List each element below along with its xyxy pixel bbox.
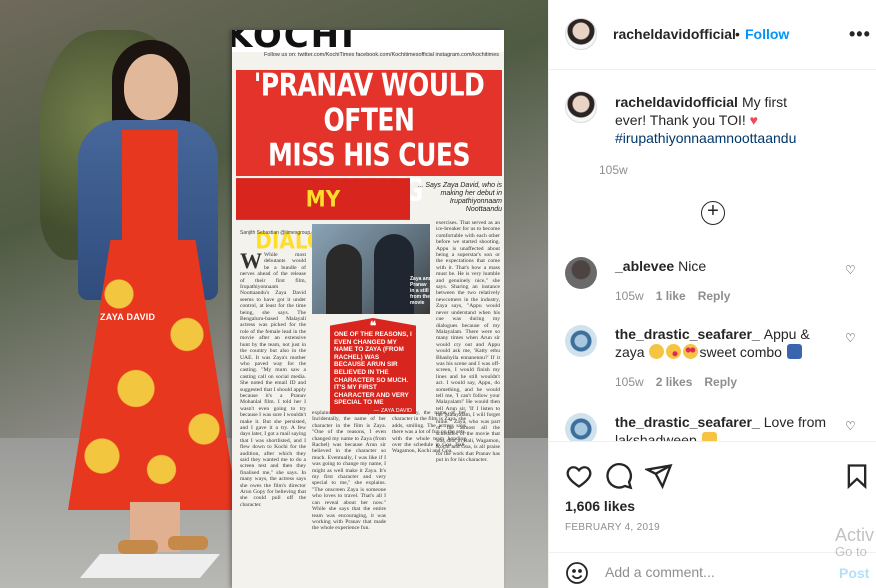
- comment-text: _ablevee Nice: [615, 257, 837, 275]
- headline-highlight: MY DIALOGUES': [236, 178, 410, 254]
- comment-input[interactable]: [605, 559, 805, 585]
- caption-timestamp[interactable]: 105w: [599, 163, 628, 177]
- post-actions: 1,606 likes FEBRUARY 4, 2019 Post: [549, 441, 876, 588]
- newspaper-page: KOCHI Follow us on: twitter.com/KochiTim…: [232, 30, 504, 588]
- bookmark-icon[interactable]: [843, 462, 871, 490]
- raised-hands-emoji-icon: [786, 344, 802, 359]
- follow-button[interactable]: Follow: [745, 26, 789, 42]
- add-comment-bar: Post: [549, 552, 876, 588]
- reply-button[interactable]: Reply: [698, 289, 731, 303]
- article-column: W While most debutants would be a bundle …: [240, 252, 306, 582]
- comment-body: Nice: [678, 258, 707, 274]
- comment-likes[interactable]: 2 likes: [656, 375, 693, 389]
- dress-bodice: [122, 130, 178, 250]
- heart-outline-icon[interactable]: ♡: [845, 331, 856, 345]
- sandal-left: [118, 540, 158, 554]
- emoji-icon[interactable]: [565, 561, 589, 585]
- article-column: explains what was expected." Incidentall…: [312, 410, 386, 580]
- comment-timestamp[interactable]: 105w: [615, 289, 644, 303]
- follow-bar: Follow us on: twitter.com/KochiTimes fac…: [264, 52, 500, 58]
- heart-outline-icon[interactable]: ♡: [845, 419, 856, 433]
- comment-text: the_drastic_seafarer_ Appu & zaya sweet c…: [615, 325, 837, 361]
- face: [124, 54, 178, 120]
- header-username[interactable]: racheldavidofficial: [613, 26, 736, 42]
- comment-text: the_drastic_seafarer_ Love from lakshadwe…: [615, 413, 837, 441]
- share-icon[interactable]: [645, 462, 673, 490]
- pointing-up-emoji-icon: [701, 432, 717, 441]
- post-header: racheldavidofficial • Follow •••: [549, 0, 876, 70]
- heart-outline-icon[interactable]: ♡: [845, 263, 856, 277]
- pull-quote-text: ONE OF THE REASONS, I EVEN CHANGED MY NA…: [334, 331, 412, 407]
- pull-quote-attribution: — ZAYA DAVID: [373, 407, 412, 414]
- still-person: [326, 244, 362, 314]
- comment-timestamp[interactable]: 105w: [615, 375, 644, 389]
- post-comment-button[interactable]: Post: [839, 565, 869, 581]
- headline-line: 'PRANAV WOULD OFTEN: [253, 66, 485, 138]
- comment-username[interactable]: the_drastic_seafarer_: [615, 326, 760, 342]
- article-text: Incidentally, the name of her character …: [392, 410, 466, 455]
- comment-username[interactable]: _ablevee: [615, 258, 674, 274]
- photo-caption: ZAYA DAVID: [100, 312, 156, 322]
- byline: Sanjith Sebastian @timesgroup.com: [240, 230, 321, 236]
- avatar[interactable]: [565, 257, 597, 289]
- comment-icon[interactable]: [605, 462, 633, 490]
- still-person: [374, 234, 414, 314]
- kissing-face-emoji-icon: [666, 344, 682, 359]
- masthead-strip: KOCHI: [232, 30, 504, 56]
- hashtag-link[interactable]: #irupathiyonnaamnoottaandu: [615, 130, 796, 146]
- post-date[interactable]: FEBRUARY 4, 2019: [565, 522, 660, 533]
- more-options-icon[interactable]: •••: [849, 24, 871, 45]
- heart-emoji-icon: ♥: [749, 112, 758, 128]
- comments-list[interactable]: racheldavidofficial My first ever! Thank …: [549, 71, 876, 441]
- heart-icon[interactable]: [565, 462, 593, 490]
- article-text: While most debutants would be a bundle o…: [240, 252, 306, 508]
- smiling-face-emoji-icon: [649, 344, 665, 359]
- comment-likes[interactable]: 1 like: [656, 289, 686, 303]
- heart-eyes-emoji-icon: [683, 344, 699, 359]
- separator-dot: •: [735, 26, 740, 42]
- plus-circle-icon[interactable]: +: [701, 201, 725, 225]
- comment-username[interactable]: the_drastic_seafarer_: [615, 414, 760, 430]
- quote-icon: ❝: [369, 319, 377, 333]
- article-text: explains what was expected." Incidentall…: [312, 410, 386, 532]
- comment-meta: 105w 1 like Reply: [615, 289, 742, 303]
- pull-quote: ❝ ONE OF THE REASONS, I EVEN CHANGED MY …: [330, 318, 416, 414]
- avatar[interactable]: [565, 325, 597, 357]
- post-sidebar: racheldavidofficial • Follow ••• racheld…: [548, 0, 876, 588]
- avatar[interactable]: [565, 91, 597, 123]
- comment-body: sweet combo: [699, 344, 782, 360]
- woman-photo: [60, 40, 240, 560]
- still-caption: Zaya and Pranav in a still from the movi…: [410, 276, 432, 306]
- comment-meta: 105w 2 likes Reply: [615, 375, 749, 389]
- post-media[interactable]: ZAYA DAVID KOCHI Follow us on: twitter.c…: [0, 0, 548, 588]
- caption-text: racheldavidofficial My first ever! Thank …: [615, 93, 815, 147]
- standfirst: ... Says Zaya David, who is making her d…: [417, 182, 502, 213]
- reply-button[interactable]: Reply: [704, 375, 737, 389]
- sandal-right: [168, 536, 208, 550]
- likes-count[interactable]: 1,606 likes: [565, 498, 635, 514]
- avatar[interactable]: [565, 413, 597, 441]
- avatar[interactable]: [565, 18, 597, 50]
- article-column: Incidentally, the name of her character …: [392, 410, 466, 580]
- dropcap: W: [240, 252, 262, 273]
- caption-username[interactable]: racheldavidofficial: [615, 94, 738, 110]
